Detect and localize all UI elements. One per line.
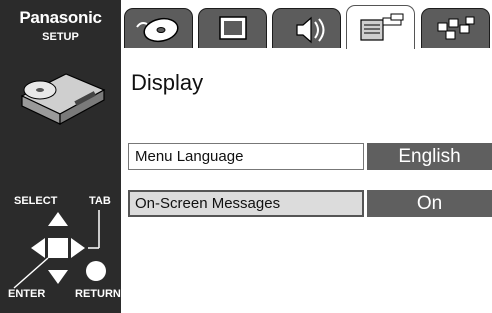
- tab-other[interactable]: [421, 8, 490, 48]
- dvd-player-icon: [20, 73, 106, 126]
- display-settings-icon: [360, 13, 404, 41]
- tab-audio[interactable]: [272, 8, 341, 48]
- misc-settings-icon: [437, 16, 475, 40]
- tv-screen-icon: [219, 16, 247, 40]
- return-label: RETURN: [75, 288, 121, 300]
- tab-display[interactable]: [346, 5, 415, 49]
- enter-label: ENTER: [8, 288, 46, 300]
- select-label: SELECT: [14, 195, 58, 207]
- mode-label: SETUP: [42, 31, 79, 43]
- setting-label-on-screen-messages[interactable]: On-Screen Messages: [128, 190, 364, 217]
- left-arrow-icon: [31, 238, 45, 258]
- tab-tv[interactable]: [198, 8, 267, 48]
- up-arrow-icon: [48, 212, 68, 226]
- down-arrow-icon: [48, 270, 68, 284]
- setting-value-on-screen-messages[interactable]: On: [367, 190, 492, 217]
- setting-label-menu-language[interactable]: Menu Language: [128, 143, 364, 170]
- remote-panel: Panasonic SETUP SELECT TAB ENTER RETURN: [0, 0, 121, 313]
- brand-logo: Panasonic: [19, 8, 102, 27]
- dpad: [13, 210, 106, 289]
- page-title: Display: [131, 70, 204, 95]
- return-button-icon: [86, 261, 106, 281]
- tab-disc[interactable]: [124, 8, 193, 48]
- disc-icon: [136, 17, 179, 43]
- speaker-icon: [296, 16, 325, 44]
- category-tabs: [124, 0, 492, 49]
- right-arrow-icon: [71, 238, 85, 258]
- tab-label: TAB: [89, 195, 111, 207]
- enter-square-icon: [48, 238, 68, 258]
- setting-value-menu-language[interactable]: English: [367, 143, 492, 170]
